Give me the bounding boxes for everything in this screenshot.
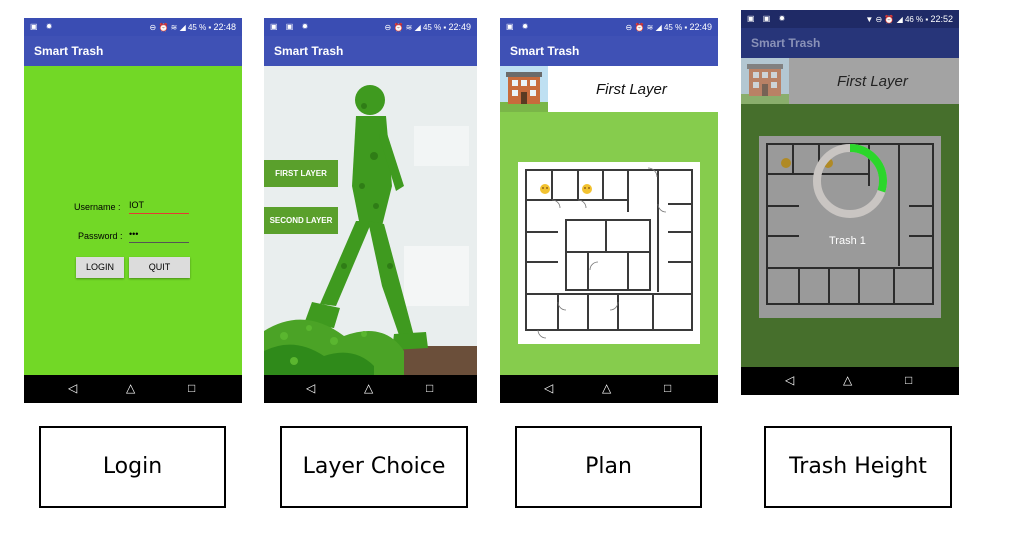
back-icon[interactable]: ◁ <box>544 381 553 395</box>
quit-button[interactable]: QUIT <box>129 257 190 278</box>
password-label: Password : <box>78 231 123 241</box>
status-right-icons: ⊖ ⏰ ≋ ◢ 45 % ▪ 22:48 <box>150 22 236 32</box>
nav-bar: ◁ △ □ <box>741 367 959 395</box>
status-bar: ▣ ▣ ✹ ▼ ⊖ ⏰ ◢ 46 % ▪ 22:52 <box>741 10 959 28</box>
layer-title: First Layer <box>837 73 908 90</box>
status-left-icons: ▣ ✹ <box>30 22 56 31</box>
app-bar: Smart Trash <box>500 36 718 66</box>
password-field[interactable]: ••• <box>129 229 189 243</box>
username-field[interactable]: IOT <box>129 200 189 214</box>
app-title: Smart Trash <box>751 36 821 50</box>
plan-content: First Layer <box>500 66 718 375</box>
status-bar: ▣ ✹ ⊖ ⏰ ≋ ◢ 45 % ▪ 22:49 <box>500 18 718 36</box>
recents-icon[interactable]: □ <box>664 381 671 395</box>
home-icon[interactable]: △ <box>602 381 611 395</box>
recents-icon[interactable]: □ <box>905 373 912 387</box>
app-bar: Smart Trash <box>741 28 959 58</box>
layer-header: First Layer <box>741 58 959 104</box>
phone-login-screen: ▣ ✹ ⊖ ⏰ ≋ ◢ 45 % ▪ 22:48 Smart Trash Use… <box>24 18 242 403</box>
building-icon <box>500 66 548 112</box>
app-title: Smart Trash <box>274 44 344 58</box>
password-value: ••• <box>129 229 139 239</box>
app-bar: Smart Trash <box>24 36 242 66</box>
home-icon[interactable]: △ <box>364 381 373 395</box>
recents-icon[interactable]: □ <box>188 381 195 395</box>
status-icons: ⊖ ⏰ ≋ ◢ 45 % ▪ <box>149 23 212 32</box>
phone-trash-height-screen: ▣ ▣ ✹ ▼ ⊖ ⏰ ◢ 46 % ▪ 22:52 Smart Trash F… <box>741 10 959 395</box>
back-icon[interactable]: ◁ <box>785 373 794 387</box>
second-layer-button[interactable]: SECOND LAYER <box>264 207 338 234</box>
login-content: Username : IOT Password : ••• LOGIN QUIT <box>24 66 242 375</box>
back-icon[interactable]: ◁ <box>306 381 315 395</box>
status-time: 22:48 <box>213 22 236 32</box>
status-time: 22:49 <box>689 22 712 32</box>
back-icon[interactable]: ◁ <box>68 381 77 395</box>
app-title: Smart Trash <box>34 44 104 58</box>
floor-plan[interactable] <box>518 162 700 344</box>
nav-bar: ◁ △ □ <box>500 375 718 403</box>
status-time: 22:49 <box>448 22 471 32</box>
first-layer-button[interactable]: FIRST LAYER <box>264 160 338 187</box>
trash-level-gauge <box>813 144 887 218</box>
caption-layer-choice: Layer Choice <box>280 426 468 508</box>
gauge-label: Trash 1 <box>829 235 866 247</box>
phone-layer-choice-screen: ▣ ▣ ✹ ⊖ ⏰ ≋ ◢ 45 % ▪ 22:49 Smart Trash F… <box>264 18 477 403</box>
app-title: Smart Trash <box>510 44 580 58</box>
layer-header: First Layer <box>500 66 718 112</box>
nav-bar: ◁ △ □ <box>24 375 242 403</box>
status-icons: ▼ ⊖ ⏰ ◢ 46 % ▪ <box>865 15 929 24</box>
status-icons: ⊖ ⏰ ≋ ◢ 45 % ▪ <box>384 23 447 32</box>
status-time: 22:52 <box>930 14 953 24</box>
status-icons: ⊖ ⏰ ≋ ◢ 45 % ▪ <box>625 23 688 32</box>
caption-login: Login <box>39 426 226 508</box>
status-right-icons: ⊖ ⏰ ≋ ◢ 45 % ▪ 22:49 <box>385 22 471 32</box>
caption-plan: Plan <box>515 426 702 508</box>
building-icon <box>741 58 789 104</box>
status-bar: ▣ ▣ ✹ ⊖ ⏰ ≋ ◢ 45 % ▪ 22:49 <box>264 18 477 36</box>
status-right-icons: ⊖ ⏰ ≋ ◢ 45 % ▪ 22:49 <box>626 22 712 32</box>
status-right-icons: ▼ ⊖ ⏰ ◢ 46 % ▪ 22:52 <box>865 14 953 24</box>
status-left-icons: ▣ ✹ <box>506 22 532 31</box>
status-bar: ▣ ✹ ⊖ ⏰ ≋ ◢ 45 % ▪ 22:48 <box>24 18 242 36</box>
caption-trash-height: Trash Height <box>764 426 952 508</box>
layer-title: First Layer <box>596 81 667 98</box>
layer-choice-content: FIRST LAYER SECOND LAYER <box>264 66 477 375</box>
nav-bar: ◁ △ □ <box>264 375 477 403</box>
trash-height-content: First Layer Trash 1 <box>741 58 959 367</box>
username-value: IOT <box>129 200 144 210</box>
app-bar: Smart Trash <box>264 36 477 66</box>
login-button[interactable]: LOGIN <box>76 257 124 278</box>
status-left-icons: ▣ ▣ ✹ <box>747 14 789 23</box>
home-icon[interactable]: △ <box>843 373 852 387</box>
recents-icon[interactable]: □ <box>426 381 433 395</box>
username-label: Username : <box>74 202 121 212</box>
home-icon[interactable]: △ <box>126 381 135 395</box>
status-left-icons: ▣ ▣ ✹ <box>270 22 312 31</box>
phone-plan-screen: ▣ ✹ ⊖ ⏰ ≋ ◢ 45 % ▪ 22:49 Smart Trash Fir… <box>500 18 718 403</box>
